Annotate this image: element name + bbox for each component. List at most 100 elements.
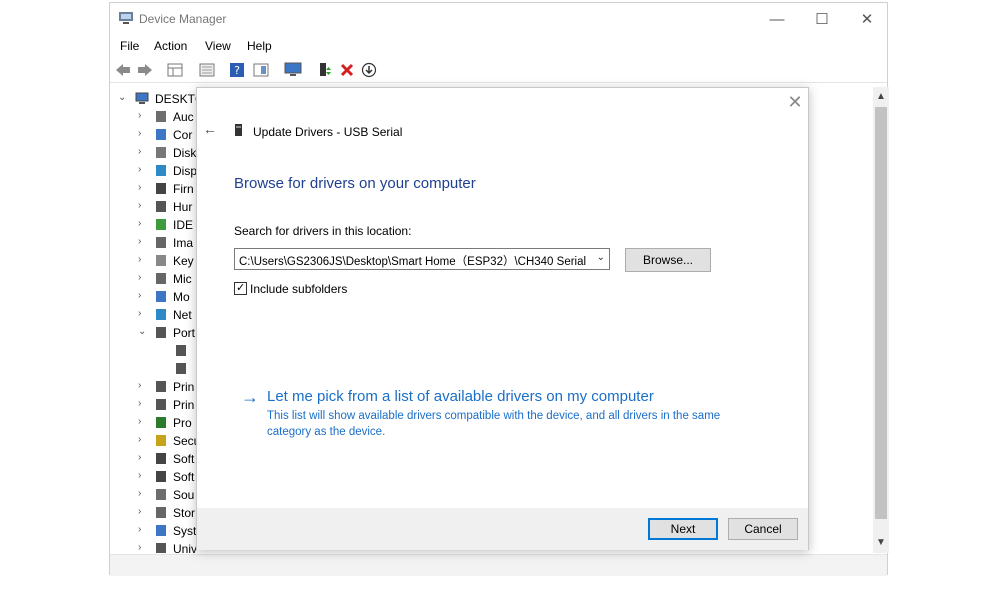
tree-item[interactable]: › Univ: [110, 540, 196, 553]
close-window-button[interactable]: ✕: [845, 9, 889, 31]
menu-help[interactable]: Help: [247, 39, 272, 53]
tree-scrollbar[interactable]: ▲ ▼: [873, 87, 889, 553]
tree-item[interactable]: › Disk: [110, 144, 196, 162]
usb-device-icon: [235, 124, 242, 136]
chevron-right-icon[interactable]: ›: [138, 308, 141, 319]
chevron-right-icon[interactable]: ›: [138, 542, 141, 553]
device-tree: ⌄ DESKTC › Auc › Cor › Disk › Disp › Firn › Hur › IDE…: [110, 87, 196, 553]
chevron-right-icon[interactable]: ›: [138, 488, 141, 499]
chevron-right-icon[interactable]: ›: [138, 524, 141, 535]
chevron-right-icon[interactable]: ›: [138, 290, 141, 301]
scroll-down-icon[interactable]: ▼: [873, 535, 889, 551]
scroll-up-icon[interactable]: ▲: [873, 89, 889, 105]
chevron-right-icon[interactable]: ›: [138, 218, 141, 229]
minimize-button[interactable]: —: [755, 9, 799, 31]
tree-item[interactable]: › Sou: [110, 486, 196, 504]
tree-item[interactable]: › Soft: [110, 450, 196, 468]
chevron-right-icon[interactable]: ›: [138, 452, 141, 463]
menu-action[interactable]: Action: [154, 39, 187, 53]
usb-icon: [156, 543, 166, 553]
cancel-button[interactable]: Cancel: [728, 518, 798, 540]
chevron-right-icon[interactable]: ›: [138, 164, 141, 175]
tree-item[interactable]: › Pro: [110, 414, 196, 432]
chevron-right-icon[interactable]: ›: [138, 434, 141, 445]
scan-hardware-icon[interactable]: [284, 61, 302, 79]
tree-item[interactable]: › Disp: [110, 162, 196, 180]
pick-driver-link[interactable]: Let me pick from a list of available dri…: [267, 388, 654, 405]
include-subfolders-checkbox[interactable]: ✓: [234, 282, 247, 295]
chevron-down-icon[interactable]: ⌄: [138, 326, 146, 337]
tree-item[interactable]: › Cor: [110, 126, 196, 144]
chevron-right-icon[interactable]: ›: [138, 146, 141, 157]
chevron-right-icon[interactable]: ›: [138, 272, 141, 283]
tree-item[interactable]: › IDE: [110, 216, 196, 234]
tree-item[interactable]: › Firn: [110, 180, 196, 198]
chevron-right-icon[interactable]: ›: [138, 380, 141, 391]
tree-item[interactable]: › Key: [110, 252, 196, 270]
tree-item[interactable]: › Secu: [110, 432, 196, 450]
include-subfolders-label[interactable]: Include subfolders: [250, 282, 347, 296]
tree-item[interactable]: › Net: [110, 306, 196, 324]
tree-item[interactable]: › Prin: [110, 396, 196, 414]
chevron-right-icon[interactable]: ›: [138, 254, 141, 265]
search-location-label: Search for drivers in this location:: [234, 224, 412, 238]
tree-item-label: Cor: [173, 128, 193, 142]
update-drivers-dialog: ✕ ← Update Drivers - USB Serial Browse f…: [196, 87, 809, 550]
tree-item[interactable]: [110, 360, 196, 378]
tree-root[interactable]: ⌄ DESKTC: [110, 90, 196, 108]
tree-item[interactable]: › Prin: [110, 378, 196, 396]
tree-item[interactable]: › Hur: [110, 198, 196, 216]
window-title: Device Manager: [139, 12, 227, 26]
chevron-down-icon[interactable]: ⌄: [597, 252, 605, 263]
update-driver-icon[interactable]: [316, 61, 334, 79]
chevron-right-icon[interactable]: ›: [138, 506, 141, 517]
back-arrow-icon[interactable]: [114, 61, 132, 79]
browse-button[interactable]: Browse...: [625, 248, 711, 272]
monitor-icon: [156, 129, 166, 140]
chevron-right-icon[interactable]: ›: [138, 470, 141, 481]
list-view-icon[interactable]: [198, 61, 216, 79]
download-circle-icon[interactable]: [360, 61, 378, 79]
speaker-icon: [156, 489, 166, 500]
arrow-right-icon[interactable]: →: [241, 387, 259, 408]
tree-item[interactable]: › Syst: [110, 522, 196, 540]
chevron-right-icon[interactable]: ›: [138, 416, 141, 427]
dialog-close-icon[interactable]: ✕: [787, 92, 803, 113]
dialog-footer: Next Cancel: [197, 508, 808, 550]
tree-item-label: Prin: [173, 398, 195, 412]
tree-item[interactable]: › Mo: [110, 288, 196, 306]
chevron-down-icon[interactable]: ⌄: [118, 92, 126, 103]
scroll-thumb[interactable]: [875, 107, 887, 519]
tree-item[interactable]: › Stor: [110, 504, 196, 522]
tree-item[interactable]: › Mic: [110, 270, 196, 288]
tree-item-label: Pro: [173, 416, 192, 430]
menu-file[interactable]: File: [120, 39, 139, 53]
chevron-right-icon[interactable]: ›: [138, 182, 141, 193]
tree-item[interactable]: ⌄ Port: [110, 324, 196, 342]
details-pane-icon[interactable]: [252, 61, 270, 79]
chevron-right-icon[interactable]: ›: [138, 110, 141, 121]
dialog-heading: Browse for drivers on your computer: [234, 175, 476, 192]
software-icon: [156, 471, 166, 482]
next-button[interactable]: Next: [648, 518, 718, 540]
chevron-right-icon[interactable]: ›: [138, 128, 141, 139]
chevron-right-icon[interactable]: ›: [138, 236, 141, 247]
forward-arrow-icon[interactable]: [136, 61, 154, 79]
tree-item[interactable]: › Ima: [110, 234, 196, 252]
help-icon[interactable]: ?: [228, 61, 246, 79]
tree-item[interactable]: › Auc: [110, 108, 196, 126]
chevron-right-icon[interactable]: ›: [138, 398, 141, 409]
tree-item-label: Ima: [173, 236, 194, 250]
tree-item[interactable]: › Soft: [110, 468, 196, 486]
tree-item-label: IDE: [173, 218, 194, 232]
properties-grid-icon[interactable]: [166, 61, 184, 79]
tree-item-label: Sou: [173, 488, 195, 502]
uninstall-device-icon[interactable]: [338, 61, 356, 79]
tree-item[interactable]: [110, 342, 196, 360]
chevron-right-icon[interactable]: ›: [138, 200, 141, 211]
maximize-button[interactable]: ☐: [800, 9, 844, 31]
driver-path-value: C:\Users\GS2306JS\Desktop\Smart Home（ESP…: [239, 256, 589, 268]
back-icon[interactable]: ←: [203, 121, 217, 137]
menu-view[interactable]: View: [205, 39, 231, 53]
driver-path-input[interactable]: C:\Users\GS2306JS\Desktop\Smart Home（ESP…: [234, 248, 610, 270]
